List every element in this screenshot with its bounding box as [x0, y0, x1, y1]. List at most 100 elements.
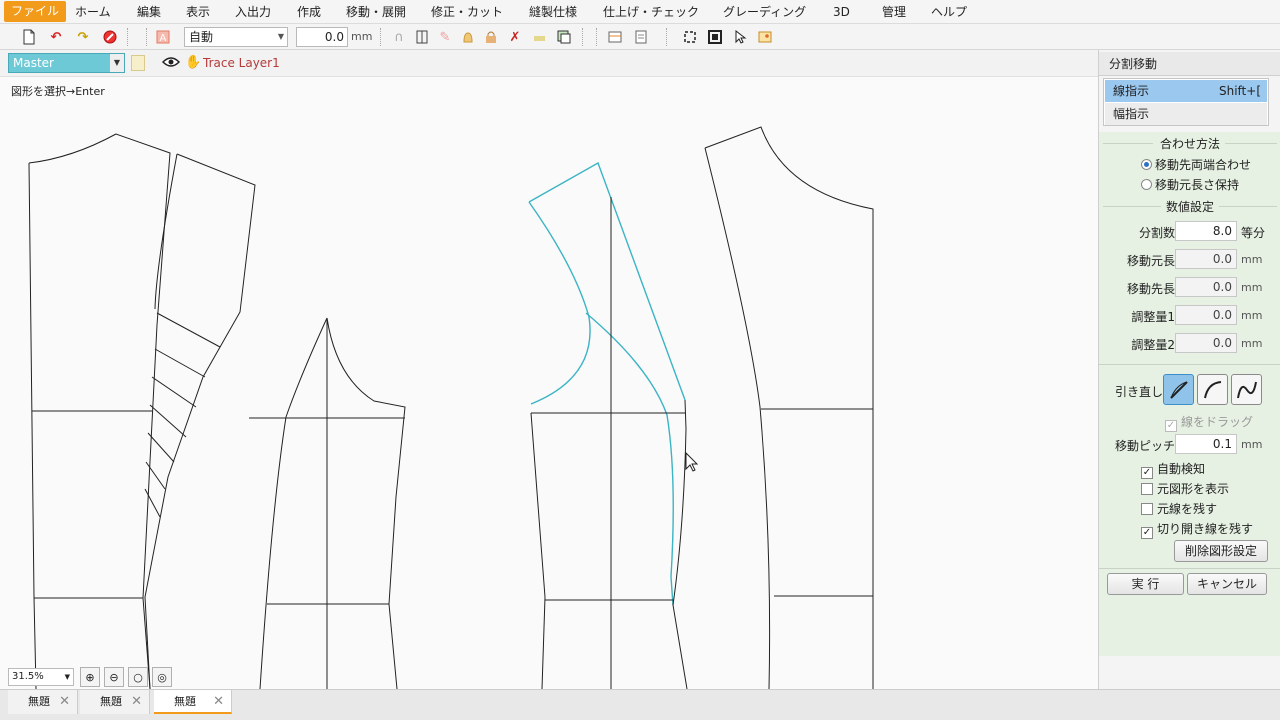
field-unit: mm — [1241, 309, 1263, 322]
bell-icon[interactable] — [459, 28, 477, 46]
menu-sewing[interactable]: 縫製仕様 — [526, 3, 580, 21]
cross-pen-icon[interactable]: ✗ — [506, 28, 524, 46]
split-move-panel: 分割移動 線指示 Shift+[ 幅指示 合わせ方法 移動先両端合わせ 移動元長さ… — [1098, 50, 1280, 689]
curve-s-icon — [1236, 381, 1257, 398]
field-label: 移動元長 — [1126, 254, 1175, 268]
execute-button[interactable]: 実 行 — [1107, 573, 1184, 595]
delete-settings-button[interactable]: 削除図形設定 — [1174, 540, 1268, 562]
toolbar: ↶ ↷ A 自動 ▼ 0.0 mm ∩ ✎ ✗ — [0, 24, 1280, 50]
frame-icon[interactable] — [706, 28, 724, 46]
mode-line[interactable]: 線指示 Shift+[ — [1105, 80, 1267, 102]
arc-icon[interactable]: ∩ — [390, 28, 408, 46]
layers-icon[interactable] — [555, 28, 573, 46]
close-icon[interactable]: ✕ — [213, 690, 224, 714]
auto-detect-checkbox[interactable]: ✓ 自動検知 — [1141, 460, 1205, 479]
zoom-all-icon[interactable]: ◎ — [152, 667, 172, 687]
mouse-cursor-icon — [685, 451, 699, 472]
layer-bar: Master ▼ ✋ Trace Layer1 — [0, 50, 1098, 77]
zoom-bar: 31.5% ▼ ⊕ ⊖ ○ ◎ — [0, 667, 180, 689]
curve-straight-button[interactable] — [1163, 374, 1194, 405]
divisions-input[interactable]: 8.0 — [1175, 221, 1237, 241]
menu-modify[interactable]: 修正・カット — [428, 3, 506, 21]
curve-arc-icon — [1203, 380, 1221, 398]
menu-help[interactable]: ヘルプ — [928, 3, 970, 21]
menu-home[interactable]: ホーム — [72, 3, 114, 21]
zoom-fit-icon[interactable]: ○ — [128, 667, 148, 687]
fill-icon[interactable] — [530, 28, 548, 46]
redo-icon[interactable]: ↷ — [74, 28, 92, 46]
lock-icon[interactable] — [482, 28, 500, 46]
pitch-input[interactable]: 0.1 — [1175, 434, 1237, 454]
fit-frame-icon[interactable] — [681, 28, 699, 46]
curve-arc-button[interactable] — [1197, 374, 1228, 405]
layer-name: Trace Layer1 — [203, 56, 280, 70]
new-file-icon[interactable] — [20, 28, 38, 46]
table-icon[interactable] — [606, 28, 624, 46]
undo-icon[interactable]: ↶ — [47, 28, 65, 46]
menu-edit[interactable]: 編集 — [134, 3, 164, 21]
field-label: 分割数 — [1138, 226, 1175, 240]
adjust2-input[interactable]: 0.0 — [1175, 333, 1237, 353]
selected-curve — [528, 161, 686, 401]
pitch-unit: mm — [1241, 438, 1263, 451]
tab-doc-1[interactable]: 無題 ✕ — [8, 690, 78, 714]
calculator-icon[interactable] — [632, 28, 650, 46]
front-panel-piece — [530, 412, 546, 689]
field-unit: mm — [1241, 281, 1263, 294]
front-panel-piece — [672, 399, 688, 689]
close-icon[interactable]: ✕ — [59, 690, 70, 714]
zoom-select[interactable]: 31.5% ▼ — [8, 668, 74, 686]
show-original-checkbox[interactable]: 元図形を表示 — [1141, 480, 1229, 497]
hand-icon[interactable]: ✋ — [185, 55, 201, 70]
zoom-out-icon[interactable]: ⊖ — [104, 667, 124, 687]
layer-select[interactable]: Master ▼ — [8, 53, 125, 73]
menu-create[interactable]: 作成 — [294, 3, 324, 21]
curve-s-button[interactable] — [1231, 374, 1262, 405]
keep-slash-checkbox[interactable]: ✓ 切り開き線を残す — [1141, 520, 1253, 539]
select-tool-icon[interactable] — [731, 28, 749, 46]
source-length-input[interactable]: 0.0 — [1175, 249, 1237, 269]
redraw-label: 引き直し — [1115, 385, 1164, 399]
menu-file[interactable]: ファイル — [4, 1, 67, 22]
menu-grading[interactable]: グレーディング — [720, 3, 809, 21]
chevron-down-icon: ▼ — [277, 32, 284, 41]
menu-finish[interactable]: 仕上げ・チェック — [600, 3, 702, 21]
drawing-canvas[interactable]: 図形を選択→Enter — [0, 77, 1098, 689]
text-a-icon[interactable]: A — [154, 28, 172, 46]
zoom-in-icon[interactable]: ⊕ — [80, 667, 100, 687]
mode-width[interactable]: 幅指示 — [1105, 103, 1267, 125]
svg-text:A: A — [160, 33, 167, 44]
ruler-icon[interactable] — [413, 28, 431, 46]
close-icon[interactable]: ✕ — [131, 690, 142, 714]
drag-line-checkbox[interactable]: ✓ 線をドラッグ — [1165, 413, 1253, 432]
cancel-icon[interactable] — [101, 28, 119, 46]
selected-curve — [528, 201, 591, 405]
mode-select[interactable]: 自動 ▼ — [184, 27, 288, 47]
curve-line-icon — [1169, 380, 1188, 399]
selected-curve — [585, 312, 674, 606]
adjust1-input[interactable]: 0.0 — [1175, 305, 1237, 325]
value-input[interactable]: 0.0 — [296, 27, 348, 47]
menu-view[interactable]: 表示 — [183, 3, 213, 21]
menu-manage[interactable]: 管理 — [879, 3, 909, 21]
front-side-piece — [326, 317, 406, 689]
eye-icon[interactable] — [161, 56, 181, 71]
tab-doc-3[interactable]: 無題 ✕ — [154, 690, 232, 714]
target-length-input[interactable]: 0.0 — [1175, 277, 1237, 297]
tab-doc-2[interactable]: 無題 ✕ — [80, 690, 150, 714]
field-label: 移動先長 — [1126, 282, 1175, 296]
pen-icon[interactable]: ✎ — [436, 28, 454, 46]
menu-io[interactable]: 入出力 — [232, 3, 274, 21]
panel-title: 分割移動 — [1099, 52, 1280, 76]
menu-move[interactable]: 移動・展開 — [343, 3, 409, 21]
menu-3d[interactable]: 3D — [830, 3, 853, 21]
chevron-down-icon: ▼ — [64, 673, 70, 681]
keep-original-checkbox[interactable]: 元線を残す — [1141, 500, 1217, 517]
slash-line — [147, 432, 175, 463]
radio-both-ends[interactable]: 移動先両端合わせ — [1141, 156, 1251, 173]
pattern-drawing[interactable] — [0, 77, 1098, 689]
cancel-button[interactable]: キャンセル — [1187, 573, 1267, 595]
radio-keep-length[interactable]: 移動元長さ保持 — [1141, 176, 1239, 193]
image-icon[interactable] — [756, 28, 774, 46]
lock-icon[interactable] — [131, 55, 145, 71]
